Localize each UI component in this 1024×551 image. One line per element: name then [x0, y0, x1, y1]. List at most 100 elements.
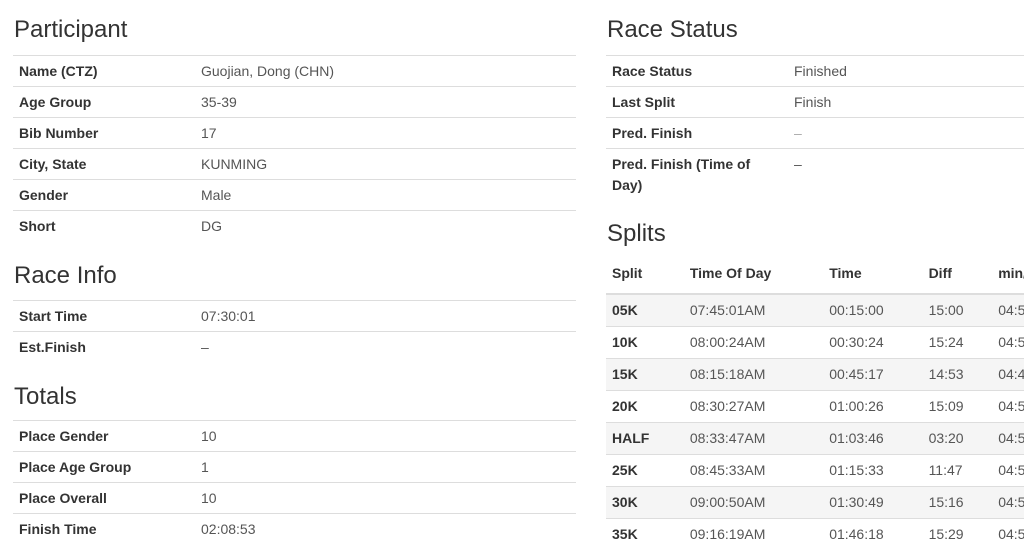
split-time-of-day: 08:33:47AM: [683, 422, 824, 455]
split-time: 00:15:00: [823, 293, 923, 327]
table-row: 25K 08:45:33AM 01:15:33 11:47 04:52: [606, 454, 1024, 487]
table-row: Finish Time 02:08:53: [13, 513, 576, 545]
split-time-of-day: 08:30:27AM: [683, 390, 824, 423]
split-time-of-day: 08:15:18AM: [683, 358, 824, 391]
table-row: 20K 08:30:27AM 01:00:26 15:09 04:53: [606, 390, 1024, 423]
split-pace: 04:58: [992, 326, 1024, 359]
split-diff: 14:53: [922, 358, 993, 391]
table-row: Start Time 07:30:01: [13, 300, 576, 332]
row-label: Pred. Finish: [606, 117, 788, 149]
row-label: Finish Time: [13, 513, 195, 545]
row-label: Race Status: [606, 55, 788, 87]
table-row: Pred. Finish –: [606, 117, 1024, 149]
split-pace: 04:53: [992, 390, 1024, 423]
row-label: Name (CTZ): [13, 55, 195, 87]
table-row: HALF 08:33:47AM 01:03:46 03:20 04:54: [606, 422, 1024, 455]
totals-heading: Totals: [14, 383, 77, 410]
column-header-time-of-day: Time Of Day: [683, 256, 824, 295]
row-value: –: [788, 117, 1024, 149]
table-row: 35K 09:16:19AM 01:46:18 15:29 04:59: [606, 518, 1024, 550]
split-name: 20K: [606, 390, 684, 423]
participant-heading: Participant: [14, 16, 128, 43]
row-label: Place Age Group: [13, 451, 195, 483]
row-label: Gender: [13, 179, 195, 211]
row-label: Place Overall: [13, 482, 195, 514]
split-time: 00:45:17: [823, 358, 923, 391]
split-time: 00:30:24: [823, 326, 923, 359]
split-diff: 15:16: [922, 486, 993, 519]
row-label: Last Split: [606, 86, 788, 118]
row-value: 1: [195, 451, 576, 483]
table-row: Place Age Group 1: [13, 451, 576, 483]
column-header-time: Time: [823, 256, 923, 295]
split-time-of-day: 08:45:33AM: [683, 454, 824, 487]
column-header-diff: Diff: [922, 256, 993, 295]
row-label: Pred. Finish (Time of Day): [606, 148, 788, 201]
column-header-pace: min/m: [992, 256, 1024, 295]
row-label: Age Group: [13, 86, 195, 118]
participant-table: Name (CTZ) Guojian, Dong (CHN) Age Group 3…: [13, 55, 576, 242]
race-info-table: Start Time 07:30:01 Est.Finish –: [13, 300, 576, 363]
row-label: Place Gender: [13, 420, 195, 452]
split-pace: 04:50: [992, 293, 1024, 327]
row-label: Est.Finish: [13, 331, 195, 363]
split-diff: 15:09: [922, 390, 993, 423]
splits-heading: Splits: [607, 220, 666, 247]
split-diff: 15:29: [922, 518, 993, 550]
row-value: 10: [195, 420, 576, 452]
column-header-split: Split: [606, 256, 684, 295]
table-row: Race Status Finished: [606, 55, 1024, 87]
right-column: Race Status Race Status Finished Last Spl…: [606, 0, 1024, 551]
split-time-of-day: 08:00:24AM: [683, 326, 824, 359]
split-diff: 11:47: [922, 454, 993, 487]
split-time-of-day: 09:00:50AM: [683, 486, 824, 519]
row-value: –: [195, 331, 576, 363]
row-value: Finish: [788, 86, 1024, 118]
row-value: 02:08:53: [195, 513, 576, 545]
split-time-of-day: 09:16:19AM: [683, 518, 824, 550]
splits-header-row: Split Time Of Day Time Diff min/m: [606, 256, 1024, 295]
split-pace: 04:48: [992, 358, 1024, 391]
table-row: Last Split Finish: [606, 86, 1024, 118]
split-name: 25K: [606, 454, 684, 487]
table-row: Gender Male: [13, 179, 576, 211]
split-diff: 03:20: [922, 422, 993, 455]
split-pace: 04:54: [992, 422, 1024, 455]
race-info-heading: Race Info: [14, 262, 117, 289]
row-value: –: [788, 148, 1024, 201]
row-value: Finished: [788, 55, 1024, 87]
row-value: 17: [195, 117, 576, 149]
row-value: Guojian, Dong (CHN): [195, 55, 576, 87]
row-value: KUNMING: [195, 148, 576, 180]
table-row: Est.Finish –: [13, 331, 576, 363]
split-name: 30K: [606, 486, 684, 519]
race-status-heading: Race Status: [607, 16, 738, 43]
split-time: 01:00:26: [823, 390, 923, 423]
split-pace: 04:55: [992, 486, 1024, 519]
totals-table: Place Gender 10 Place Age Group 1 Place Ov…: [13, 420, 576, 545]
row-label: Bib Number: [13, 117, 195, 149]
split-pace: 04:52: [992, 454, 1024, 487]
split-name: 05K: [606, 293, 684, 327]
table-row: City, State KUNMING: [13, 148, 576, 180]
row-label: Start Time: [13, 300, 195, 332]
split-time: 01:46:18: [823, 518, 923, 550]
row-value: DG: [195, 210, 576, 242]
table-row: Place Gender 10: [13, 420, 576, 452]
split-diff: 15:24: [922, 326, 993, 359]
table-row: 05K 07:45:01AM 00:15:00 15:00 04:50: [606, 293, 1024, 327]
table-row: Age Group 35-39: [13, 86, 576, 118]
row-value: 07:30:01: [195, 300, 576, 332]
table-row: 30K 09:00:50AM 01:30:49 15:16 04:55: [606, 486, 1024, 519]
split-name: 35K: [606, 518, 684, 550]
table-row: 15K 08:15:18AM 00:45:17 14:53 04:48: [606, 358, 1024, 391]
row-label: Short: [13, 210, 195, 242]
table-row: Bib Number 17: [13, 117, 576, 149]
table-row: Short DG: [13, 210, 576, 242]
row-value: Male: [195, 179, 576, 211]
row-value: 10: [195, 482, 576, 514]
table-row: Pred. Finish (Time of Day) –: [606, 148, 1024, 201]
split-time-of-day: 07:45:01AM: [683, 293, 824, 327]
race-status-table: Race Status Finished Last Split Finish Pre…: [606, 55, 1024, 201]
splits-table: Split Time Of Day Time Diff min/m 05K 07…: [606, 256, 1024, 550]
